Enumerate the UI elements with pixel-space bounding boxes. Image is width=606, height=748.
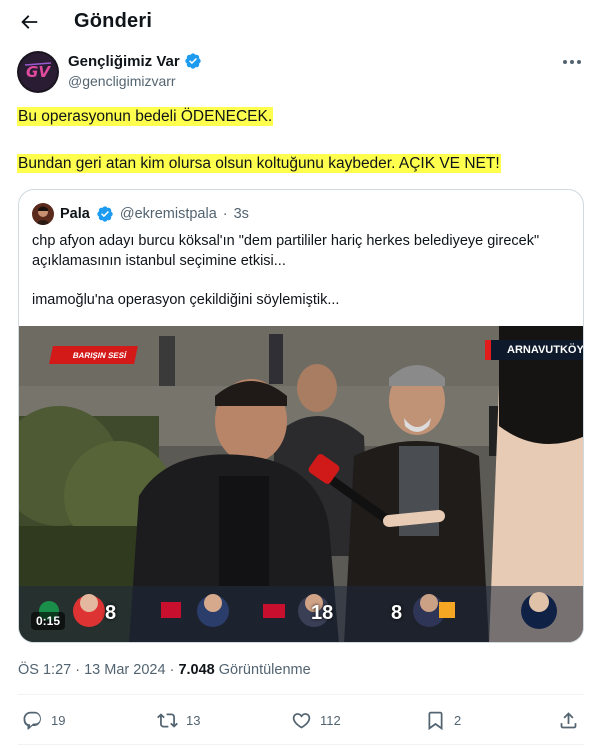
repost-icon xyxy=(157,713,178,728)
bookmark-count: 2 xyxy=(454,713,462,728)
separator-dot: · xyxy=(222,206,228,222)
share-button[interactable] xyxy=(558,710,579,731)
highlighted-text: Bundan geri atan kim olursa olsun koltuğ… xyxy=(17,154,501,173)
video-duration: 0:15 xyxy=(31,612,66,630)
author-avatar[interactable]: GV xyxy=(17,51,59,93)
svg-text:GV: GV xyxy=(26,63,51,81)
quoted-post-header: Pala @ekremistpala · 3s xyxy=(32,203,249,225)
reply-icon xyxy=(23,711,41,730)
separator-dot: · xyxy=(75,662,81,678)
quoted-post-time[interactable]: 3s xyxy=(234,206,249,222)
channel-badge-text: BARIŞIN SESİ xyxy=(72,350,128,360)
page-title: Gönderi xyxy=(74,10,153,32)
like-count: 112 xyxy=(320,713,341,728)
quoted-post[interactable]: Pala @ekremistpala · 3s chp afyon adayı … xyxy=(18,189,584,643)
location-badge: ARNAVUTKÖY xyxy=(485,340,584,360)
post-text-line-1: Bu operasyonun bedeli ÖDENECEK. xyxy=(17,107,274,127)
post-meta: ÖS 1:27 · 13 Mar 2024 · 7.048 Görüntülen… xyxy=(18,662,311,678)
top-bar: Gönderi xyxy=(0,0,606,46)
author-handle[interactable]: @gencligimizvarr xyxy=(68,73,176,89)
reply-button[interactable]: 19 xyxy=(22,710,65,731)
quoted-post-text: chp afyon adayı burcu köksal'ın "dem par… xyxy=(32,232,572,330)
quoted-text-paragraph-2: imamoğlu'na operasyon çekildiğini söylem… xyxy=(32,291,340,308)
post-date[interactable]: 13 Mar 2024 xyxy=(84,662,165,678)
like-button[interactable]: 112 xyxy=(291,710,341,731)
repost-button[interactable]: 13 xyxy=(157,710,200,731)
views-label: Görüntülenme xyxy=(218,662,311,678)
poll-number-1: 8 xyxy=(105,602,117,624)
divider xyxy=(18,694,584,695)
verified-badge-icon xyxy=(185,53,201,69)
quoted-text-paragraph-1: chp afyon adayı burcu köksal'ın "dem par… xyxy=(32,233,540,269)
post-text-line-2: Bundan geri atan kim olursa olsun koltuğ… xyxy=(17,154,501,174)
views-count: 7.048 xyxy=(178,662,215,678)
action-bar: 19 13 112 2 xyxy=(0,706,606,736)
bookmark-button[interactable]: 2 xyxy=(425,710,461,731)
heart-icon xyxy=(292,713,311,729)
arrow-left-icon[interactable] xyxy=(18,11,40,33)
video-player[interactable]: BARIŞIN SESİ ARNAVUTKÖY 8 18 8 0:15 xyxy=(19,326,584,642)
share-icon xyxy=(560,712,577,729)
quoted-author-name[interactable]: Pala xyxy=(60,206,90,222)
location-badge-text: ARNAVUTKÖY xyxy=(507,344,584,356)
highlighted-text: Bu operasyonun bedeli ÖDENECEK. xyxy=(17,107,274,126)
author-name[interactable]: Gençliğimiz Var xyxy=(68,53,180,70)
reply-count: 19 xyxy=(51,713,66,728)
separator-dot: · xyxy=(169,662,175,678)
post-time[interactable]: ÖS 1:27 xyxy=(18,662,71,678)
quoted-author-avatar[interactable] xyxy=(32,203,54,225)
video-frame xyxy=(19,326,583,642)
poll-number-3: 8 xyxy=(391,602,403,624)
more-horizontal-icon[interactable] xyxy=(563,60,583,66)
poll-number-2: 18 xyxy=(311,602,334,624)
divider xyxy=(18,744,584,745)
author-name-row[interactable]: Gençliğimiz Var xyxy=(68,52,202,70)
repost-count: 13 xyxy=(186,713,201,728)
channel-badge: BARIŞIN SESİ xyxy=(49,346,139,364)
bookmark-icon xyxy=(428,711,443,731)
quoted-author-handle[interactable]: @ekremistpala xyxy=(120,206,217,222)
verified-badge-icon xyxy=(97,206,113,222)
